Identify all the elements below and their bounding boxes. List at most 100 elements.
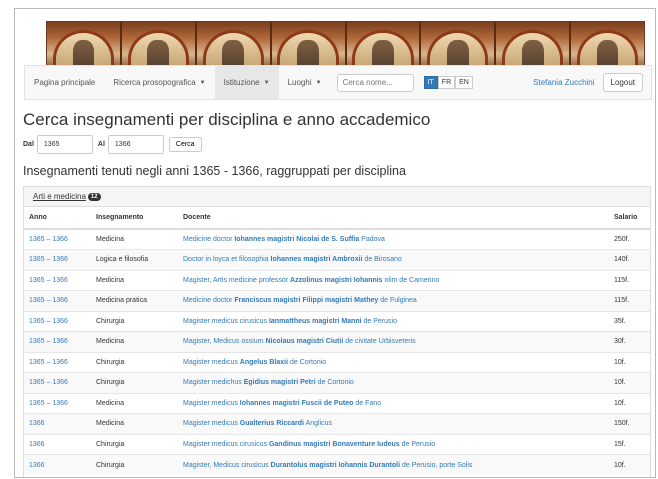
fresco-panel <box>571 22 644 68</box>
teaching-cell: Chirurgia <box>92 310 179 332</box>
teacher-link[interactable]: Doctor in loyca et filosophia Iohannes m… <box>183 256 402 263</box>
year-link[interactable]: 1365 – 1366 <box>29 400 68 407</box>
panel-header: Arti e medicina 12 <box>24 187 650 207</box>
teacher-link[interactable]: Medicine doctor Iohannes magistri Nicola… <box>183 236 385 243</box>
teacher-cell: Magister, Medicus ossium Nicolaus magist… <box>179 331 610 352</box>
teacher-cell: Magister, Medicus cirusicus Durantolus m… <box>179 454 610 475</box>
teacher-link[interactable]: Magister, Medicus cirusicus Durantolus m… <box>183 462 472 469</box>
year-link[interactable]: 1365 – 1366 <box>29 318 68 325</box>
discipline-link[interactable]: Arti e medicina <box>33 192 86 201</box>
teacher-link[interactable]: Magister medicus cirusicus Ianmattheus m… <box>183 318 397 325</box>
year-link[interactable]: 1365 – 1366 <box>29 236 68 243</box>
teacher-origin: Padova <box>359 236 385 243</box>
teacher-origin: Anglicus <box>304 420 333 428</box>
column-header-teaching[interactable]: Insegnamento <box>92 207 179 230</box>
salary-cell: 115f. <box>610 290 650 311</box>
nav-item-prosopographic-search[interactable]: Ricerca prosopografica ▼ <box>104 66 214 99</box>
language-fr-button[interactable]: FR <box>437 76 456 89</box>
teacher-title: Magister medicus cirusicus <box>183 317 269 325</box>
teacher-link[interactable]: Magister medicus Gualterius Riccardi Ang… <box>183 420 332 427</box>
user-name-link[interactable]: Stefania Zucchini <box>533 78 594 87</box>
table-row: 1365 – 1366 Medicina Magister medicus Ioha… <box>24 392 650 414</box>
salary-cell: 150f. <box>610 413 650 434</box>
column-header-year[interactable]: Anno <box>24 207 92 230</box>
year-link[interactable]: 1366 <box>29 462 45 469</box>
teaching-cell: Logica e filosofia <box>92 249 179 270</box>
teacher-origin: de Perusio <box>361 317 397 325</box>
table-row: 1365 – 1366 Medicina pratica Medicine doct… <box>24 290 650 311</box>
fresco-panel <box>496 22 572 68</box>
year-link[interactable]: 1365 – 1366 <box>29 277 68 284</box>
table-row: 1365 – 1366 Medicina Medicine doctor Iohan… <box>24 228 650 250</box>
salary-cell: 10f. <box>610 392 650 414</box>
name-search-input[interactable] <box>336 73 414 92</box>
salary-cell: 10f. <box>610 351 650 373</box>
teacher-link[interactable]: Magister medichus Egidius magistri Petri… <box>183 379 354 386</box>
nav-item-home[interactable]: Pagina principale <box>25 66 104 99</box>
year-link[interactable]: 1365 – 1366 <box>29 256 68 263</box>
teacher-link[interactable]: Medicine doctor Franciscus magistri Fili… <box>183 297 417 304</box>
teaching-cell: Chirurgia <box>92 351 179 373</box>
teacher-link[interactable]: Magister medicus cirusicus Gandinus magi… <box>183 441 435 448</box>
page-title: Cerca insegnamenti per disciplina e anno… <box>23 110 431 129</box>
teacher-cell: Magister medichus Egidius magistri Petri… <box>179 372 610 393</box>
header-banner-image <box>46 21 645 69</box>
nav-item-label: Istituzione <box>223 78 260 87</box>
teacher-name: Egidius magistri Petri <box>243 379 316 387</box>
nav-item-label: Luoghi <box>287 78 312 87</box>
caret-down-icon: ▼ <box>199 79 206 86</box>
logout-button[interactable]: Logout <box>602 73 643 92</box>
table-row: 1365 – 1366 Chirurgia Magister medicus cir… <box>24 310 650 332</box>
language-switcher: IT FR EN <box>423 76 473 89</box>
year-link[interactable]: 1366 <box>29 420 45 427</box>
teaching-cell: Chirurgia <box>92 433 179 455</box>
year-link[interactable]: 1365 – 1366 <box>29 379 68 386</box>
teacher-title: Doctor in loyca et filosophia <box>183 256 271 264</box>
fresco-panel <box>47 22 122 68</box>
teacher-origin: de Perusio, porte Solis <box>400 461 473 469</box>
salary-cell: 115f. <box>610 269 650 291</box>
from-year-input[interactable] <box>36 135 93 154</box>
teacher-title: Magister medicus <box>183 420 240 428</box>
teacher-cell: Magister medicus Angelus Blaxii de Corto… <box>179 351 610 373</box>
teacher-origin: de Fulginea <box>378 297 417 305</box>
year-link[interactable]: 1365 – 1366 <box>29 359 68 366</box>
teaching-cell: Medicina <box>92 392 179 414</box>
table-row: 1366 Chirurgia Magister medicus cirusicus … <box>24 433 650 455</box>
nav-item-places[interactable]: Luoghi ▼ <box>279 66 331 99</box>
nav-item-institution[interactable]: Istituzione ▼ <box>214 66 279 99</box>
search-button[interactable]: Cerca <box>168 137 202 152</box>
teacher-name: Franciscus magistri Filippi magistri Mat… <box>234 297 379 305</box>
teacher-name: Ianmattheus magistri Manni <box>268 317 362 325</box>
column-header-salary[interactable]: Salario <box>610 207 650 230</box>
year-link[interactable]: 1365 – 1366 <box>29 297 68 304</box>
teacher-name: Gandinus magistri Bonaventure Iudeus <box>268 440 400 448</box>
discipline-panel: Arti e medicina 12 Anno Insegnamento Doc… <box>23 186 651 477</box>
language-en-button[interactable]: EN <box>455 76 473 89</box>
teacher-link[interactable]: Magister medicus Angelus Blaxii de Corto… <box>183 359 326 366</box>
teacher-title: Medicine doctor <box>183 236 235 243</box>
teacher-link[interactable]: Magister, Medicus ossium Nicolaus magist… <box>183 338 416 345</box>
table-row: 1365 – 1366 Logica e filosofia Doctor in l… <box>24 249 650 270</box>
teacher-cell: Medicine doctor Franciscus magistri Fili… <box>179 290 610 311</box>
table-row: 1366 Medicina Magister medicus Gualterius … <box>24 413 650 434</box>
teaching-cell: Chirurgia <box>92 454 179 475</box>
language-it-button[interactable]: IT <box>423 76 438 89</box>
teaching-cell: Chirurgia <box>92 372 179 393</box>
year-search-form: Dal Al Cerca <box>23 135 202 154</box>
year-link[interactable]: 1366 <box>29 441 45 448</box>
fresco-panel <box>271 22 347 68</box>
caret-down-icon: ▼ <box>315 79 322 86</box>
nav-item-label: Pagina principale <box>34 78 96 87</box>
column-header-teacher[interactable]: Docente <box>179 207 610 230</box>
to-year-input[interactable] <box>107 135 164 154</box>
teacher-link[interactable]: Magister, Artis medicine professor Azzol… <box>183 277 439 284</box>
salary-cell: 15f. <box>610 433 650 455</box>
teacher-title: Magister, Medicus cirusicus <box>183 461 271 469</box>
teacher-cell: Magister, Artis medicine professor Azzol… <box>179 269 610 291</box>
results-heading: Insegnamenti tenuti negli anni 1365 - 13… <box>23 164 406 178</box>
teaching-cell: Medicina <box>92 269 179 291</box>
table-row: 1366 Chirurgia Magister, Medicus cirusicus… <box>24 454 650 475</box>
year-link[interactable]: 1365 – 1366 <box>29 338 68 345</box>
teacher-link[interactable]: Magister medicus Iohannes magistri Fusci… <box>183 400 381 407</box>
